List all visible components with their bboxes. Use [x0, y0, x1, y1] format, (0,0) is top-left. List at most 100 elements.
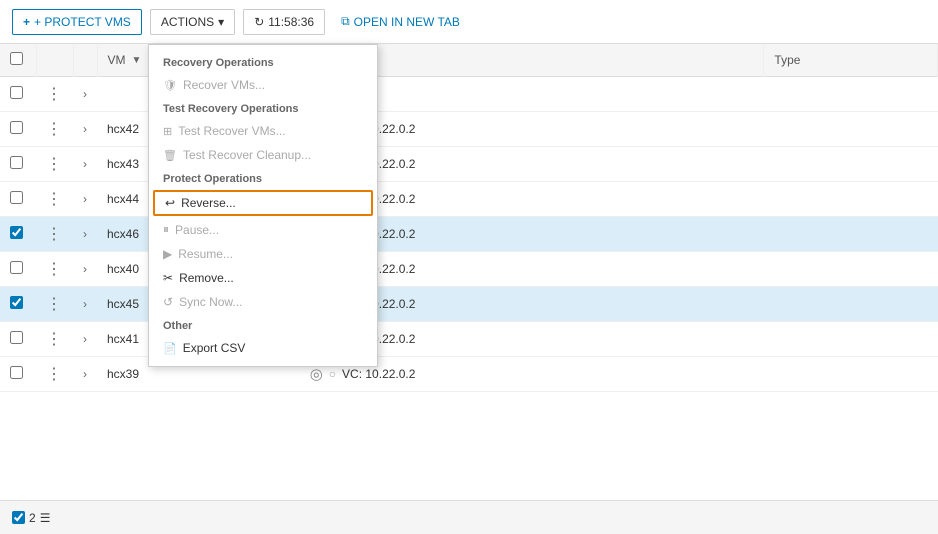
pause-label: Pause...	[175, 223, 219, 237]
row8-type	[764, 322, 938, 357]
row5-checkbox	[0, 217, 36, 252]
row8-checkbox	[0, 322, 36, 357]
time-display: 11:58:36	[243, 9, 325, 35]
row6-checkbox	[0, 252, 36, 287]
vm-col-label: VM	[108, 53, 126, 67]
time-label: 11:58:36	[268, 15, 314, 29]
header-expand-col	[73, 44, 97, 77]
select-all-checkbox[interactable]	[10, 52, 23, 65]
main-content: Recovery Operations Recover VMs... Test …	[0, 44, 938, 534]
row1-type	[764, 77, 938, 112]
vm-col-filter-icon[interactable]: ▼	[132, 55, 142, 66]
table-row: ⋮ › hcx40 ◉ ○ VC: 10.22.0.2	[0, 252, 938, 287]
export-icon	[163, 341, 177, 355]
test-recovery-section-title: Test Recovery Operations	[149, 97, 377, 119]
vm-table: VM ▼ Local Site ▼ Type	[0, 44, 938, 392]
pause-icon	[163, 222, 169, 237]
row1-checkbox	[0, 77, 36, 112]
row6-dots: ⋮	[36, 252, 73, 287]
play-icon	[163, 247, 172, 261]
test-recover-vms-label: Test Recover VMs...	[178, 124, 285, 138]
pause-item[interactable]: Pause...	[149, 217, 377, 242]
recover-vms-label: Recover VMs...	[183, 78, 265, 92]
row7-dots: ⋮	[36, 287, 73, 322]
row2-type	[764, 112, 938, 147]
sync-now-label: Sync Now...	[179, 295, 242, 309]
actions-dropdown: Recovery Operations Recover VMs... Test …	[148, 44, 378, 367]
row3-type	[764, 147, 938, 182]
row3-dots: ⋮	[36, 147, 73, 182]
recovery-section-title: Recovery Operations	[149, 51, 377, 73]
export-csv-item[interactable]: Export CSV	[149, 336, 377, 360]
table-row: ⋮ › hcx41 ◉ ○ VC: 10.22.0.2	[0, 322, 938, 357]
row3-expand: ›	[73, 147, 97, 182]
table-row: ⋮ › hcx46 ◎ ○ VC: 10.22.0.2	[0, 217, 938, 252]
test-recover-cleanup-item[interactable]: 🗑 Test Recover Cleanup...	[149, 143, 377, 167]
row4-expand: ›	[73, 182, 97, 217]
export-csv-label: Export CSV	[183, 341, 246, 355]
test-recover-vms-icon: ⊞	[163, 125, 172, 138]
row1-dots: ⋮	[36, 77, 73, 112]
row3-checkbox	[0, 147, 36, 182]
open-new-tab-button[interactable]: OPEN IN NEW TAB	[333, 9, 468, 34]
row2-checkbox	[0, 112, 36, 147]
protect-vms-button[interactable]: + PROTECT VMS	[12, 9, 142, 35]
table-row: ⋮ › hcx45 ◎ ○ VC: 10.22.0.2	[0, 287, 938, 322]
header-dots-col	[36, 44, 73, 77]
resume-item[interactable]: Resume...	[149, 242, 377, 266]
toolbar: + PROTECT VMS ACTIONS 11:58:36 OPEN IN N…	[0, 0, 938, 44]
remove-item[interactable]: Remove...	[149, 266, 377, 290]
row2-expand: ›	[73, 112, 97, 147]
row5-dots: ⋮	[36, 217, 73, 252]
open-tab-label: OPEN IN NEW TAB	[354, 15, 460, 29]
footer-checkbox[interactable]	[12, 511, 25, 524]
other-section-title: Other	[149, 314, 377, 336]
row6-expand: ›	[73, 252, 97, 287]
sync-icon	[163, 295, 173, 309]
row7-expand: ›	[73, 287, 97, 322]
protect-vms-label: + PROTECT VMS	[34, 15, 131, 29]
actions-label: ACTIONS	[161, 15, 214, 29]
table-body: ⋮ › ⋮ › hcx42 ◎	[0, 77, 938, 392]
tab-icon	[341, 14, 350, 29]
reverse-item[interactable]: Reverse...	[153, 190, 373, 216]
row1-expand: ›	[73, 77, 97, 112]
row7-checkbox	[0, 287, 36, 322]
selected-count: 2 ☰	[12, 511, 50, 525]
test-recover-cleanup-label: Test Recover Cleanup...	[183, 148, 311, 162]
header-type: Type	[764, 44, 938, 77]
table-header: VM ▼ Local Site ▼ Type	[0, 44, 938, 77]
reverse-icon	[165, 196, 175, 210]
row4-type	[764, 182, 938, 217]
table-row: ⋮ › hcx43 ◎ ○ VC: 10.22.0.2	[0, 147, 938, 182]
remove-label: Remove...	[179, 271, 234, 285]
footer: 2 ☰	[0, 500, 938, 534]
recover-vms-item[interactable]: Recover VMs...	[149, 73, 377, 97]
refresh-icon	[254, 15, 264, 29]
sync-now-item[interactable]: Sync Now...	[149, 290, 377, 314]
scissors-icon	[163, 271, 173, 285]
resume-label: Resume...	[178, 247, 233, 261]
row5-expand: ›	[73, 217, 97, 252]
row9-dots: ⋮	[36, 357, 73, 392]
test-recover-vms-item[interactable]: ⊞ Test Recover VMs...	[149, 119, 377, 143]
header-checkbox-col	[0, 44, 36, 77]
table-row: ⋮ › hcx39 ◎ ○ VC: 10.22.0.2	[0, 357, 938, 392]
row5-type	[764, 217, 938, 252]
vm-table-container: VM ▼ Local Site ▼ Type	[0, 44, 938, 534]
row9-checkbox	[0, 357, 36, 392]
row4-checkbox	[0, 182, 36, 217]
table-row: ⋮ ›	[0, 77, 938, 112]
chevron-down-icon	[218, 15, 224, 29]
spinning-icon: ◎	[310, 365, 323, 383]
type-col-label: Type	[774, 53, 800, 67]
actions-button[interactable]: ACTIONS	[150, 9, 235, 35]
shield-icon	[163, 78, 177, 92]
reverse-label: Reverse...	[181, 196, 236, 210]
plus-icon	[23, 15, 30, 29]
protect-section-title: Protect Operations	[149, 167, 377, 189]
site-label: VC: 10.22.0.2	[342, 367, 415, 381]
footer-count-label: 2	[29, 511, 36, 525]
row2-dots: ⋮	[36, 112, 73, 147]
footer-list-icon: ☰	[40, 511, 51, 525]
